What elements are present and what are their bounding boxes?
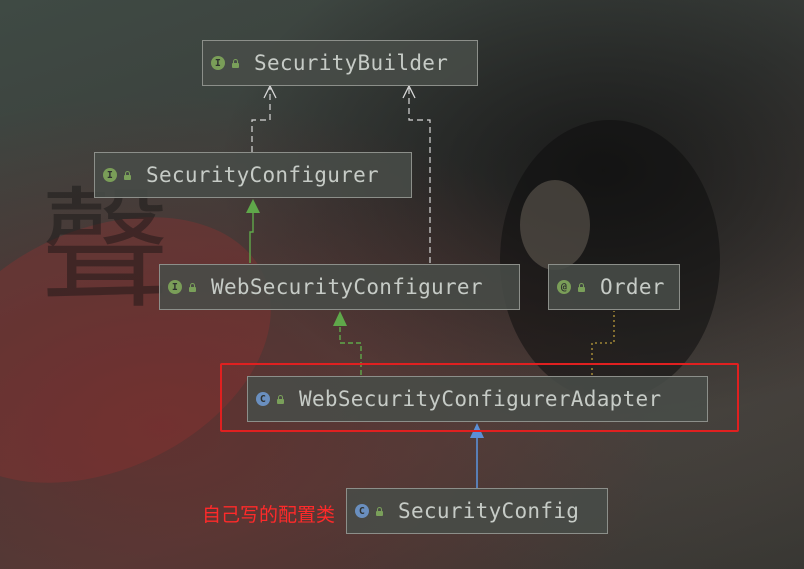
node-security-config[interactable]: C SecurityConfig (346, 488, 608, 534)
edge-websecurityconfigurer-to-securityconfigurer (249, 212, 254, 263)
abstract-class-icon: C (256, 392, 270, 406)
interface-icon: I (168, 280, 182, 294)
node-label: SecurityConfig (398, 499, 580, 523)
public-access-icon (276, 394, 285, 404)
annotation-icon: @ (557, 280, 571, 294)
node-label: SecurityBuilder (254, 51, 449, 75)
public-access-icon (188, 282, 197, 292)
node-security-configurer[interactable]: I SecurityConfigurer (94, 152, 412, 198)
public-access-icon (123, 170, 132, 180)
node-security-builder[interactable]: I SecurityBuilder (202, 40, 478, 86)
node-label: WebSecurityConfigurer (211, 275, 483, 299)
node-label: SecurityConfigurer (146, 163, 379, 187)
node-web-security-configurer[interactable]: I WebSecurityConfigurer (159, 264, 520, 310)
node-label: Order (600, 275, 665, 299)
node-order[interactable]: @ Order (548, 264, 680, 310)
interface-icon: I (211, 56, 225, 70)
arrowhead-filled (246, 199, 260, 213)
public-access-icon (375, 506, 384, 516)
public-access-icon (231, 58, 240, 68)
class-icon: C (355, 504, 369, 518)
interface-icon: I (103, 168, 117, 182)
annotation-caption: 自己写的配置类 (202, 504, 336, 526)
arrowhead-filled (333, 311, 347, 326)
node-label: WebSecurityConfigurerAdapter (299, 387, 662, 411)
edge-securityconfigurer-to-securitybuilder (251, 88, 271, 152)
edge-websecurityconfigurer-to-securitybuilder (408, 88, 431, 263)
node-web-security-configurer-adapter[interactable]: C WebSecurityConfigurerAdapter (247, 376, 708, 422)
public-access-icon (577, 282, 586, 292)
